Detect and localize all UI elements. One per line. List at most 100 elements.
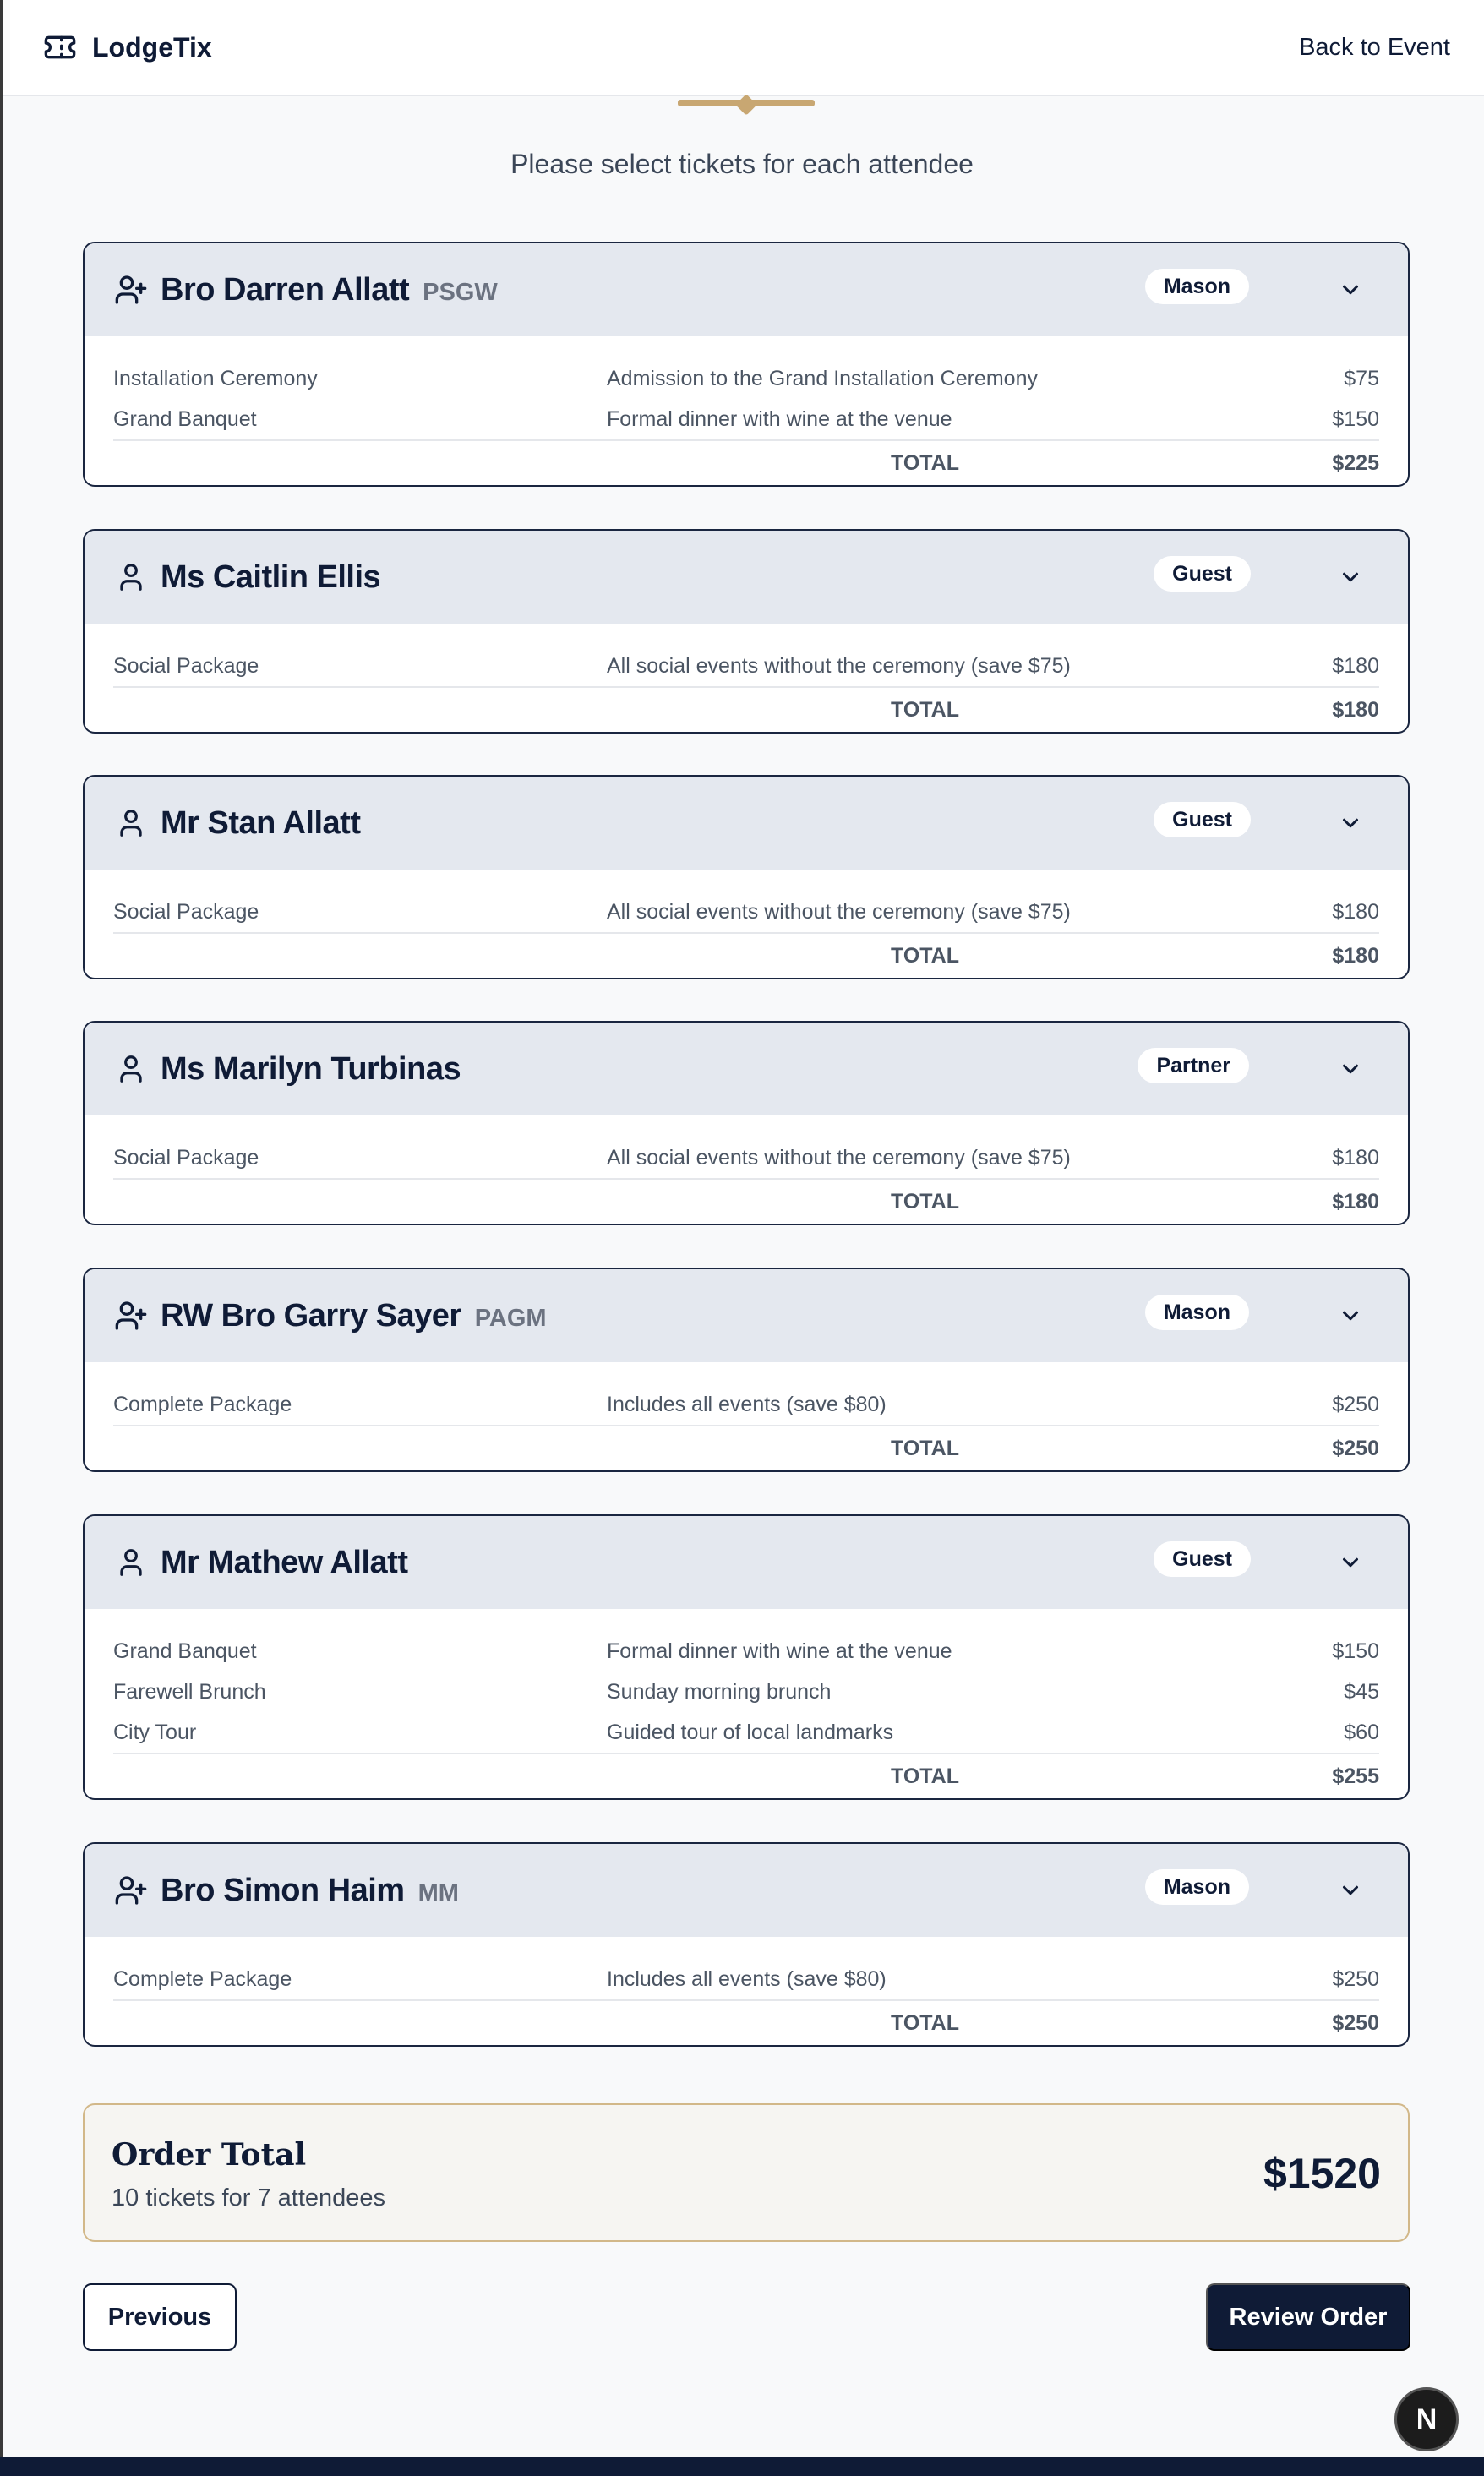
ticket-row: Complete Package Includes all events (sa… — [113, 1384, 1379, 1425]
ticket-description: Guided tour of local landmarks — [607, 1721, 894, 1744]
attendee-total: $225 — [1332, 451, 1379, 475]
attendee-type-badge: Guest — [1154, 556, 1251, 592]
ticket-row: Grand Banquet Formal dinner with wine at… — [113, 1631, 1379, 1672]
attendee-total: $180 — [1332, 1190, 1379, 1213]
attendee-total: $255 — [1332, 1764, 1379, 1788]
back-to-event-link[interactable]: Back to Event — [1299, 34, 1450, 62]
attendee-name: Bro Simon Haim — [161, 1872, 405, 1908]
attendee-rank: PAGM — [474, 1304, 547, 1332]
user-plus-icon — [113, 272, 149, 308]
ticket-description: Formal dinner with wine at the venue — [607, 1639, 952, 1663]
attendee-name: RW Bro Garry Sayer — [161, 1297, 461, 1333]
attendee-card: Bro Darren Allatt PSGW Mason Installatio… — [83, 242, 1410, 487]
attendee-card: Mr Mathew Allatt Guest Grand Banquet For… — [83, 1514, 1410, 1800]
ticket-price: $250 — [1332, 1393, 1379, 1416]
ticket-row: City Tour Guided tour of local landmarks… — [113, 1712, 1379, 1753]
attendee-total-row: TOTAL $180 — [113, 1178, 1379, 1224]
attendee-type-badge: Guest — [1154, 802, 1251, 837]
ticket-name: Social Package — [113, 1146, 259, 1170]
chevron-down-icon[interactable] — [1332, 1544, 1369, 1581]
ticket-row: Complete Package Includes all events (sa… — [113, 1959, 1379, 1999]
ticket-list: Complete Package Includes all events (sa… — [85, 1362, 1408, 1470]
user-icon — [113, 805, 149, 841]
attendee-total: $180 — [1332, 698, 1379, 722]
total-label: TOTAL — [891, 944, 960, 968]
ticket-price: $150 — [1332, 1639, 1379, 1663]
attendee-header[interactable]: Mr Stan Allatt Guest — [85, 777, 1408, 870]
step-prompt: Please select tickets for each attendee — [510, 149, 974, 179]
chevron-down-icon[interactable] — [1332, 1872, 1369, 1909]
user-icon — [113, 1545, 149, 1580]
total-label: TOTAL — [891, 1190, 960, 1213]
step-progress-marker — [735, 94, 757, 116]
order-total-amount: $1520 — [1263, 2150, 1381, 2197]
order-total-panel: Order Total 10 tickets for 7 attendees $… — [83, 2103, 1410, 2242]
ticket-name: Grand Banquet — [113, 1639, 257, 1663]
attendee-header[interactable]: RW Bro Garry Sayer PAGM Mason — [85, 1269, 1408, 1362]
ticket-list: Social Package All social events without… — [85, 1115, 1408, 1224]
ticket-row: Social Package All social events without… — [113, 892, 1379, 932]
attendee-total-row: TOTAL $180 — [113, 932, 1379, 978]
attendee-card: Bro Simon Haim MM Mason Complete Package… — [83, 1842, 1410, 2047]
review-order-button[interactable]: Review Order — [1206, 2283, 1410, 2351]
window-edge — [0, 0, 3, 2476]
ticket-price: $180 — [1332, 1146, 1379, 1170]
attendee-total: $250 — [1332, 2011, 1379, 2035]
attendee-rank: PSGW — [423, 278, 498, 306]
ticket-description: All social events without the ceremony (… — [607, 900, 1071, 924]
total-label: TOTAL — [891, 698, 960, 722]
dev-tools-badge[interactable]: N — [1394, 2387, 1459, 2451]
total-label: TOTAL — [891, 451, 960, 475]
ticket-row: Installation Ceremony Admission to the G… — [113, 358, 1379, 399]
ticket-list: Grand Banquet Formal dinner with wine at… — [85, 1609, 1408, 1798]
attendee-type-badge: Mason — [1144, 1869, 1249, 1905]
chevron-down-icon[interactable] — [1332, 271, 1369, 308]
attendee-total-row: TOTAL $250 — [113, 1425, 1379, 1470]
attendee-total-row: TOTAL $250 — [113, 1999, 1379, 2045]
brand-name: LodgeTix — [92, 31, 212, 63]
attendee-rank: MM — [417, 1879, 459, 1906]
attendee-header[interactable]: Bro Simon Haim MM Mason — [85, 1844, 1408, 1937]
ticket-price: $250 — [1332, 1967, 1379, 1991]
attendee-header[interactable]: Ms Marilyn Turbinas Partner — [85, 1023, 1408, 1115]
total-label: TOTAL — [891, 1437, 960, 1460]
ticket-row: Social Package All social events without… — [113, 646, 1379, 686]
ticket-name: Social Package — [113, 654, 259, 678]
ticket-description: Admission to the Grand Installation Cere… — [607, 367, 1038, 390]
attendee-header[interactable]: Ms Caitlin Ellis Guest — [85, 531, 1408, 624]
ticket-price: $60 — [1344, 1721, 1379, 1744]
ticket-name: Complete Package — [113, 1393, 292, 1416]
chevron-down-icon[interactable] — [1332, 804, 1369, 842]
ticket-description: Includes all events (save $80) — [607, 1393, 887, 1416]
attendee-card: Ms Marilyn Turbinas Partner Social Packa… — [83, 1021, 1410, 1225]
total-label: TOTAL — [891, 2011, 960, 2035]
ticket-price: $180 — [1332, 654, 1379, 678]
chevron-down-icon[interactable] — [1332, 1050, 1369, 1088]
ticket-row: Social Package All social events without… — [113, 1137, 1379, 1178]
attendee-header[interactable]: Mr Mathew Allatt Guest — [85, 1516, 1408, 1609]
attendee-header[interactable]: Bro Darren Allatt PSGW Mason — [85, 243, 1408, 336]
attendee-total: $180 — [1332, 944, 1379, 968]
previous-button[interactable]: Previous — [83, 2283, 237, 2351]
brand[interactable]: LodgeTix — [43, 30, 212, 64]
top-header: LodgeTix Back to Event — [3, 0, 1484, 96]
ticket-price: $180 — [1332, 900, 1379, 924]
order-total-title: Order Total — [112, 2137, 307, 2173]
attendee-type-badge: Mason — [1144, 1295, 1249, 1330]
attendee-name: Ms Caitlin Ellis — [161, 559, 381, 595]
ticket-price: $75 — [1344, 367, 1379, 390]
order-summary: 10 tickets for 7 attendees — [112, 2184, 386, 2211]
ticket-name: City Tour — [113, 1721, 197, 1744]
ticket-name: Farewell Brunch — [113, 1680, 266, 1704]
user-icon — [113, 559, 149, 595]
chevron-down-icon[interactable] — [1332, 559, 1369, 596]
ticket-row: Grand Banquet Formal dinner with wine at… — [113, 399, 1379, 439]
ticket-price: $45 — [1344, 1680, 1379, 1704]
ticket-name: Complete Package — [113, 1967, 292, 1991]
attendee-name: Ms Marilyn Turbinas — [161, 1050, 461, 1087]
ticket-price: $150 — [1332, 407, 1379, 431]
chevron-down-icon[interactable] — [1332, 1297, 1369, 1334]
user-plus-icon — [113, 1298, 149, 1333]
bottom-bar — [0, 2457, 1484, 2476]
attendee-card: Mr Stan Allatt Guest Social Package All … — [83, 775, 1410, 979]
